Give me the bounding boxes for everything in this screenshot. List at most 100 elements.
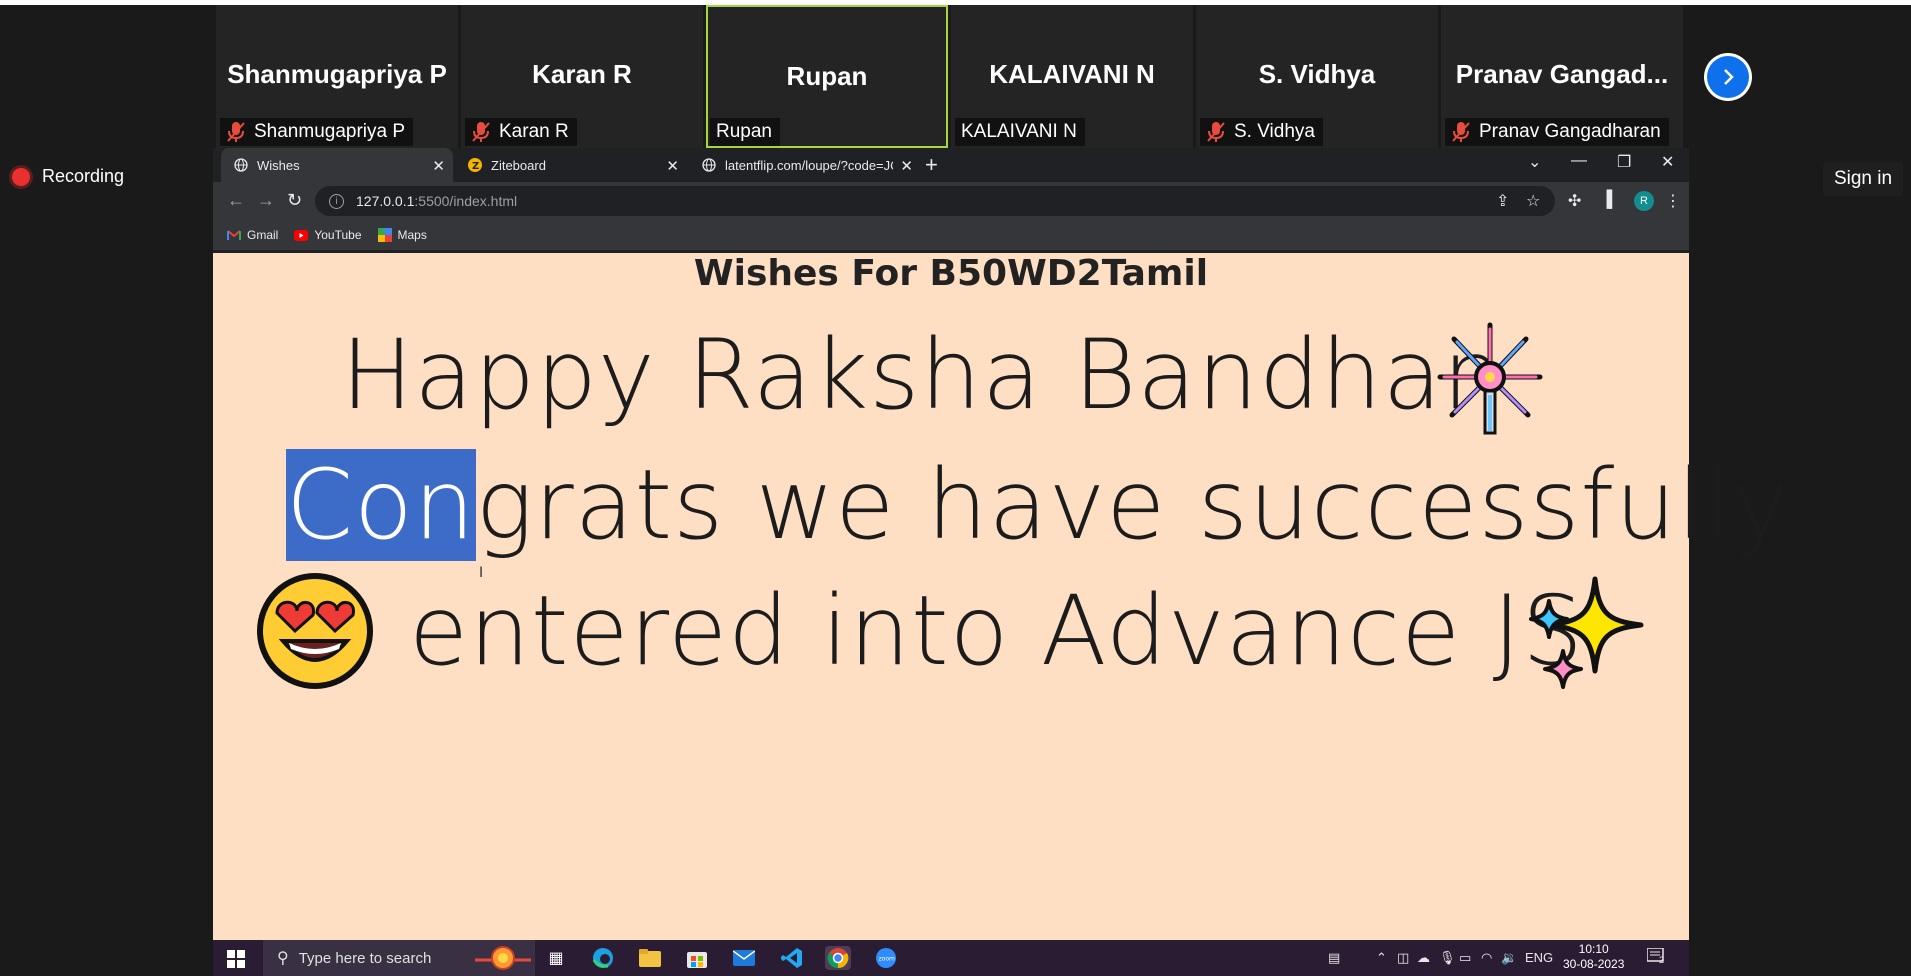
- edge-icon[interactable]: [590, 946, 616, 970]
- tab-search-chevron-icon[interactable]: ⌄: [1528, 152, 1541, 172]
- system-clock[interactable]: 10:10 30-08-2023: [1563, 942, 1624, 972]
- mic-muted-icon: [226, 121, 246, 143]
- language-indicator[interactable]: ENG: [1525, 950, 1553, 965]
- bookmark-star-icon[interactable]: ☆: [1526, 191, 1540, 211]
- participant-display-name: S. Vidhya: [1258, 59, 1376, 89]
- search-placeholder: Type here to search: [298, 949, 432, 967]
- url-host: 127.0.0.1: [356, 193, 415, 209]
- bookmark-label: YouTube: [314, 228, 362, 242]
- bookmark-maps[interactable]: Maps: [377, 228, 427, 242]
- recording-label: Recording: [42, 166, 125, 186]
- page-title: Wishes For B50WD2Tamil: [693, 253, 1209, 294]
- ziteboard-icon: Z: [467, 157, 483, 173]
- bookmark-label: Maps: [397, 228, 427, 242]
- volume-icon[interactable]: 🔉: [1501, 950, 1517, 966]
- chrome-icon[interactable]: [825, 946, 851, 970]
- participant-label-text: KALAIVANI N: [961, 121, 1077, 142]
- camera-icon[interactable]: ◫: [1397, 950, 1409, 966]
- close-icon[interactable]: ✕: [666, 157, 679, 175]
- recording-indicator[interactable]: Recording: [12, 166, 124, 187]
- windows-taskbar: ⚲ Type here to search ▦ zoom ▤ ⌃ ◫ ☁ 🎙 ▭…: [213, 940, 1689, 976]
- tab-wishes[interactable]: Wishes ✕: [221, 148, 453, 182]
- back-arrow-icon[interactable]: ←: [227, 190, 245, 211]
- bookmark-label: Gmail: [247, 228, 279, 242]
- sparkles-icon: [1525, 573, 1647, 700]
- participant-tile[interactable]: Karan R Karan R: [461, 5, 703, 148]
- mic-muted-icon: [471, 121, 491, 143]
- news-widget-icon[interactable]: ▤: [1328, 950, 1340, 966]
- participant-name-label: Karan R: [465, 118, 577, 146]
- wifi-icon[interactable]: ◠: [1481, 950, 1492, 966]
- profile-avatar[interactable]: R: [1634, 191, 1654, 211]
- participant-name-label: Rupan: [710, 118, 780, 146]
- sparkler-icon: [1430, 317, 1550, 442]
- tab-ziteboard[interactable]: Z Ziteboard ✕: [455, 148, 687, 182]
- participant-name-label: Shanmugapriya P: [220, 118, 414, 146]
- clock-time: 10:10: [1578, 942, 1609, 956]
- battery-icon[interactable]: ▭: [1459, 950, 1471, 966]
- tab-title: Wishes: [257, 157, 300, 173]
- close-icon[interactable]: ✕: [432, 157, 445, 175]
- tab-latentflip[interactable]: latentflip.com/loupe/?code=JC5v ✕: [689, 148, 921, 182]
- minimize-icon[interactable]: —: [1571, 152, 1587, 170]
- notification-icon[interactable]: 2: [1646, 947, 1667, 969]
- new-tab-button[interactable]: +: [925, 152, 938, 178]
- globe-icon: [701, 157, 717, 173]
- heart-eyes-emoji-icon: [255, 571, 375, 696]
- close-window-icon[interactable]: ✕: [1661, 152, 1674, 172]
- participant-label-text: Shanmugapriya P: [254, 121, 406, 142]
- wish-line-3: entered into Advance JS: [409, 575, 1584, 687]
- address-bar[interactable]: i 127.0.0.1:5500/index.html: [315, 186, 1555, 216]
- notification-count-badge: 2: [1659, 955, 1665, 965]
- next-participants-button[interactable]: [1704, 53, 1752, 101]
- menu-kebab-icon[interactable]: ⋮: [1665, 191, 1681, 211]
- wish-line-1: Happy Raksha Bandhan: [341, 319, 1505, 431]
- vscode-icon[interactable]: [779, 946, 805, 970]
- participant-display-name: Karan R: [532, 59, 632, 89]
- microphone-icon[interactable]: 🎙: [1439, 950, 1456, 966]
- microsoft-store-icon[interactable]: [684, 946, 710, 970]
- bookmark-youtube[interactable]: YouTube: [294, 228, 362, 242]
- site-info-icon[interactable]: i: [329, 193, 344, 209]
- file-explorer-icon[interactable]: [637, 946, 663, 970]
- side-panel-icon[interactable]: ▐: [1601, 191, 1612, 209]
- participant-tile[interactable]: KALAIVANI N KALAIVANI N: [951, 5, 1193, 148]
- web-page-content: Wishes For B50WD2Tamil Happy Raksha Band…: [213, 253, 1789, 940]
- tab-title: Ziteboard: [491, 157, 546, 173]
- show-hidden-icons-chevron-icon[interactable]: ⌃: [1376, 950, 1387, 966]
- participant-tile[interactable]: Shanmugapriya P Shanmugapriya P: [216, 5, 458, 148]
- rakhi-search-highlight-icon: [475, 944, 531, 972]
- selected-text: Con: [286, 449, 476, 561]
- mail-icon[interactable]: [731, 946, 757, 970]
- participant-tile-active-speaker[interactable]: Rupan Rupan: [706, 5, 948, 148]
- participant-tile[interactable]: S. Vidhya S. Vidhya: [1196, 5, 1438, 148]
- close-icon[interactable]: ✕: [900, 157, 913, 175]
- clock-date: 30-08-2023: [1563, 957, 1625, 971]
- extensions-icon[interactable]: ✣: [1568, 191, 1581, 211]
- wish-line-2: Congrats we have successfully: [286, 449, 1790, 561]
- svg-text:Z: Z: [472, 161, 479, 172]
- maps-icon: [377, 228, 392, 242]
- browser-window: Wishes ✕ Z Ziteboard ✕ latentflip.com/lo…: [213, 148, 1789, 940]
- participant-label-text: Pranav Gangadharan: [1479, 121, 1661, 142]
- participant-tile[interactable]: Pranav Gangad... Pranav Gangadharan: [1441, 5, 1683, 148]
- restore-icon[interactable]: ❐: [1617, 152, 1631, 172]
- sign-in-button[interactable]: Sign in: [1823, 162, 1903, 196]
- reload-icon[interactable]: ↻: [287, 190, 302, 211]
- recording-dot-icon: [12, 167, 30, 186]
- participant-strip: Shanmugapriya P Shanmugapriya P Karan R …: [216, 5, 1683, 148]
- participant-label-text: Karan R: [499, 121, 569, 142]
- bookmark-gmail[interactable]: Gmail: [227, 228, 278, 242]
- mic-muted-icon: [1206, 121, 1226, 143]
- forward-arrow-icon[interactable]: →: [257, 190, 275, 211]
- globe-icon: [233, 157, 249, 173]
- task-view-icon[interactable]: ▦: [543, 946, 569, 970]
- tab-bar: Wishes ✕ Z Ziteboard ✕ latentflip.com/lo…: [213, 148, 1689, 182]
- svg-text:zoom: zoom: [879, 956, 895, 963]
- share-icon[interactable]: ⇪: [1496, 191, 1509, 211]
- taskbar-search-box[interactable]: ⚲ Type here to search: [263, 940, 535, 976]
- zoom-icon[interactable]: zoom: [873, 946, 899, 970]
- onedrive-cloud-icon[interactable]: ☁: [1417, 950, 1430, 966]
- participant-label-text: S. Vidhya: [1234, 121, 1315, 142]
- windows-start-icon[interactable]: [227, 950, 245, 973]
